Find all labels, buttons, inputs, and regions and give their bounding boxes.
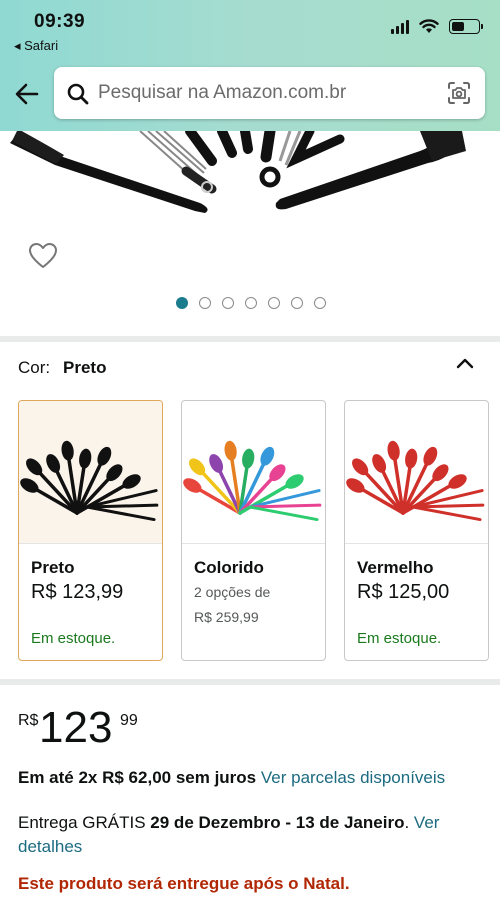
utensil-handle [85, 505, 156, 522]
utensil-head [46, 454, 61, 473]
search-icon [67, 83, 89, 105]
delivery-suffix: . [404, 813, 410, 832]
utensil-handle [411, 503, 485, 509]
variant-price: R$ 123,99 [31, 581, 124, 603]
installments-text: Em até 2x R$ 62,00 sem juros [18, 768, 257, 787]
variant-price: R$ 125,00 [357, 581, 450, 603]
variant-name: Vermelho [357, 558, 434, 577]
utensil-head [346, 478, 365, 493]
status-icons [391, 19, 483, 34]
utensil-head [183, 478, 202, 493]
chevron-up-icon[interactable] [455, 354, 475, 374]
delivery-dates: 29 de Dezembro - 13 de Janeiro [150, 813, 405, 832]
variant-stock: Em estoque. [357, 630, 442, 647]
utensil-handle [85, 503, 159, 509]
utensil-head [20, 478, 39, 493]
gallery-dot[interactable] [176, 297, 188, 309]
utensil-head [405, 448, 418, 469]
utensil-head [61, 440, 74, 461]
color-selected-value: Preto [63, 358, 107, 377]
section-divider [0, 336, 500, 342]
price-fraction: 99 [120, 712, 138, 729]
gallery-dot[interactable] [245, 297, 257, 309]
delivery-info: Entrega GRÁTIS 29 de Dezembro - 13 de Ja… [18, 811, 478, 859]
variant-card-vermelho[interactable]: Vermelho R$ 125,00 Em estoque. [344, 400, 489, 661]
variant-price: R$ 259,99 [194, 609, 259, 625]
installments: Em até 2x R$ 62,00 sem juros Ver parcela… [18, 768, 445, 788]
variant-name: Colorido [194, 558, 264, 577]
installments-link[interactable]: Ver parcelas disponíveis [261, 768, 445, 787]
utensil-head [423, 446, 438, 466]
search-input[interactable] [98, 67, 428, 119]
utensil-head [285, 474, 304, 489]
variant-stock: Em estoque. [31, 630, 116, 647]
gallery-dot[interactable] [291, 297, 303, 309]
utensil-handle [411, 505, 482, 522]
utensil-handle [248, 503, 322, 509]
color-label: Cor: [18, 358, 51, 377]
price-whole: 123 [39, 703, 113, 752]
delivery-prefix: Entrega GRÁTIS [18, 813, 146, 832]
variant-thumb-colorido [182, 401, 325, 544]
utensil-head [79, 448, 92, 469]
utensil-head [209, 454, 224, 473]
section-divider [0, 679, 500, 685]
gallery-dot[interactable] [199, 297, 211, 309]
camera-scan-icon[interactable] [447, 81, 471, 105]
status-time: 09:39 [34, 11, 86, 32]
utensil-head [372, 454, 387, 473]
heart-icon[interactable] [28, 242, 58, 270]
utensil-head [122, 474, 141, 489]
search-bar[interactable] [54, 67, 485, 119]
variant-options: 2 opções de [194, 584, 271, 600]
variant-card-preto[interactable]: Preto R$ 123,99 Em estoque. [18, 400, 163, 661]
battery-icon [449, 19, 483, 34]
utensil-head [448, 474, 467, 489]
gallery-dot[interactable] [314, 297, 326, 309]
gallery-dot[interactable] [268, 297, 280, 309]
gallery-dot[interactable] [222, 297, 234, 309]
variant-name: Preto [31, 558, 75, 577]
utensil-head [260, 446, 275, 466]
utensil-handle [248, 505, 319, 522]
back-to-safari[interactable]: ◂ Safari [14, 38, 58, 54]
price-currency: R$ [18, 712, 39, 729]
variant-card-colorido[interactable]: Colorido 2 opções de R$ 259,99 [181, 400, 326, 661]
gallery-dots[interactable] [176, 297, 326, 309]
wifi-icon [419, 19, 439, 33]
back-arrow-icon[interactable] [13, 80, 41, 108]
utensil-head [242, 448, 255, 469]
utensil-head [224, 440, 237, 461]
top-bar: 09:39 ◂ Safari [0, 0, 500, 131]
christmas-notice: Este produto será entregue após o Natal. [18, 874, 350, 893]
utensil-head [97, 446, 112, 466]
variant-thumb-vermelho [345, 401, 488, 544]
utensil-head [387, 440, 400, 461]
variant-thumb-preto [19, 401, 162, 544]
signal-icon [391, 19, 409, 34]
